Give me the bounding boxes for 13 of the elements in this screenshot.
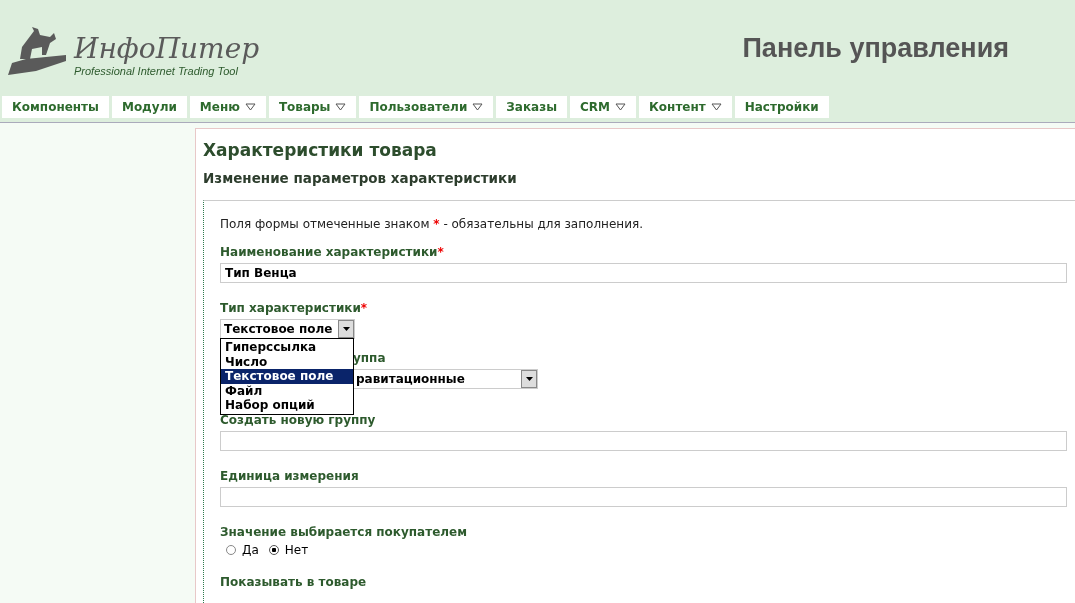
field-label: Наименование характеристики* xyxy=(220,245,445,259)
field-label: Единица измерения xyxy=(220,469,360,483)
field-label: Значение выбирается покупателем xyxy=(220,525,469,539)
logo-tagline: Professional Internet Trading Tool xyxy=(74,65,239,77)
field-label: Создать новую группу xyxy=(220,413,377,427)
field-label: уппа xyxy=(353,351,386,365)
field-label: Показывать в товаре xyxy=(220,575,368,589)
field-label: Тип характеристики* xyxy=(220,301,369,315)
panel-title: Панель управления xyxy=(742,32,1009,64)
page-subtitle: Изменение параметров характеристики xyxy=(203,170,518,186)
required-fields-note: Поля формы отмеченные знаком * - обязательны для заполнения. xyxy=(220,217,644,231)
logo-wordmark: ИнфоПитер xyxy=(74,33,260,65)
page-title: Характеристики товара xyxy=(203,140,438,160)
